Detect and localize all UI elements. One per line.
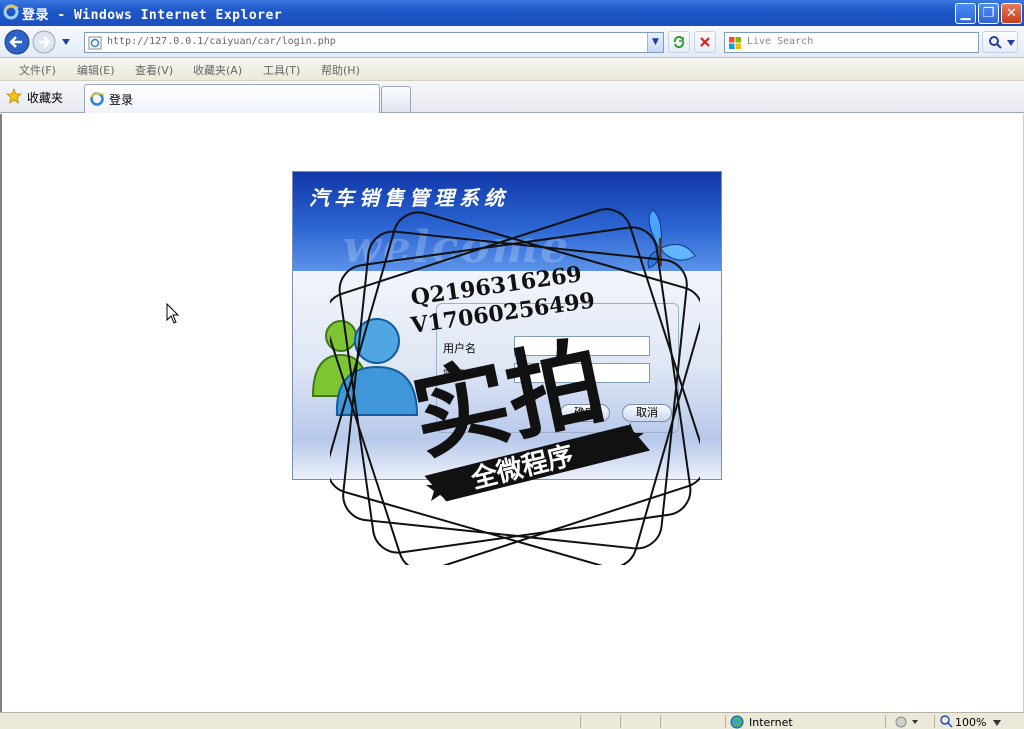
tab-bar: 收藏夹 登录 <box>0 81 1024 113</box>
status-divider <box>934 715 935 728</box>
users-icon <box>311 318 419 416</box>
username-label: 用户名 <box>443 342 476 355</box>
live-search-logo-icon <box>729 37 741 49</box>
zoom-level[interactable]: 100% <box>955 716 986 729</box>
password-input[interactable] <box>514 363 650 383</box>
menu-view[interactable]: 查看(V) <box>135 62 173 78</box>
new-tab-button[interactable] <box>381 86 411 112</box>
address-field[interactable]: http://127.0.0.1/caiyuan/car/login.php ▼ <box>84 32 664 53</box>
zoom-icon <box>940 715 953 728</box>
status-divider <box>885 715 886 728</box>
address-url: http://127.0.0.1/caiyuan/car/login.php <box>107 36 336 47</box>
favorites-button[interactable]: 收藏夹 <box>3 85 81 107</box>
tab-login[interactable]: 登录 <box>84 84 380 113</box>
forward-icon[interactable] <box>32 30 56 54</box>
stop-button[interactable] <box>694 31 716 53</box>
refresh-icon <box>673 35 685 49</box>
page-icon <box>88 36 102 50</box>
history-dropdown-icon[interactable] <box>61 38 71 46</box>
search-placeholder: Live Search <box>747 36 814 47</box>
cancel-button[interactable]: 取消 <box>622 404 672 422</box>
close-button[interactable]: ✕ <box>1001 3 1022 24</box>
address-dropdown-button[interactable]: ▼ <box>647 33 663 52</box>
mouse-cursor-icon <box>166 303 180 324</box>
tab-login-label: 登录 <box>109 93 134 107</box>
security-zone: Internet <box>749 716 793 729</box>
address-toolbar: http://127.0.0.1/caiyuan/car/login.php ▼… <box>0 26 1024 58</box>
search-icon <box>989 36 1002 49</box>
welcome-text: welcome <box>343 222 571 273</box>
login-header: welcome 汽车销售管理系统 <box>293 172 721 273</box>
ie-icon <box>90 92 105 106</box>
status-divider <box>620 715 621 728</box>
protected-mode-icon[interactable] <box>895 716 919 728</box>
search-button[interactable] <box>982 31 1018 53</box>
menu-tools[interactable]: 工具(T) <box>263 62 300 78</box>
password-label: 密码 <box>443 368 465 381</box>
status-bar: Internet 100% <box>0 712 1024 729</box>
status-divider <box>580 715 581 728</box>
butterfly-icon <box>647 209 696 269</box>
globe-icon <box>730 715 744 729</box>
restore-button[interactable]: ❐ <box>978 3 999 24</box>
back-icon[interactable] <box>4 29 30 55</box>
status-divider <box>725 715 726 728</box>
menu-help[interactable]: 帮助(H) <box>321 62 360 78</box>
menu-edit[interactable]: 编辑(E) <box>77 62 115 78</box>
username-input[interactable] <box>514 336 650 356</box>
refresh-button[interactable] <box>668 31 690 53</box>
favorites-label: 收藏夹 <box>27 91 64 105</box>
window-title: 登录 - Windows Internet Explorer <box>22 8 283 23</box>
chevron-down-icon <box>1007 40 1015 46</box>
stop-icon <box>700 37 710 47</box>
login-panel: welcome 汽车销售管理系统 用户名 密码 确定 取消 <box>292 171 722 480</box>
menu-favorites[interactable]: 收藏夹(A) <box>193 62 242 78</box>
star-icon <box>6 88 22 104</box>
submit-button[interactable]: 确定 <box>560 404 610 422</box>
system-title: 汽车销售管理系统 <box>309 186 509 210</box>
status-divider <box>660 715 661 728</box>
chevron-down-icon[interactable] <box>993 720 1001 726</box>
menu-file[interactable]: 文件(F) <box>19 62 56 78</box>
menu-bar: 文件(F) 编辑(E) 查看(V) 收藏夹(A) 工具(T) 帮助(H) <box>0 58 1024 81</box>
minimize-button[interactable]: ▁ <box>955 3 976 24</box>
search-field[interactable]: Live Search <box>724 32 979 53</box>
ie-icon <box>3 4 19 20</box>
title-bar: 登录 - Windows Internet Explorer ▁ ❐ ✕ <box>0 0 1024 26</box>
